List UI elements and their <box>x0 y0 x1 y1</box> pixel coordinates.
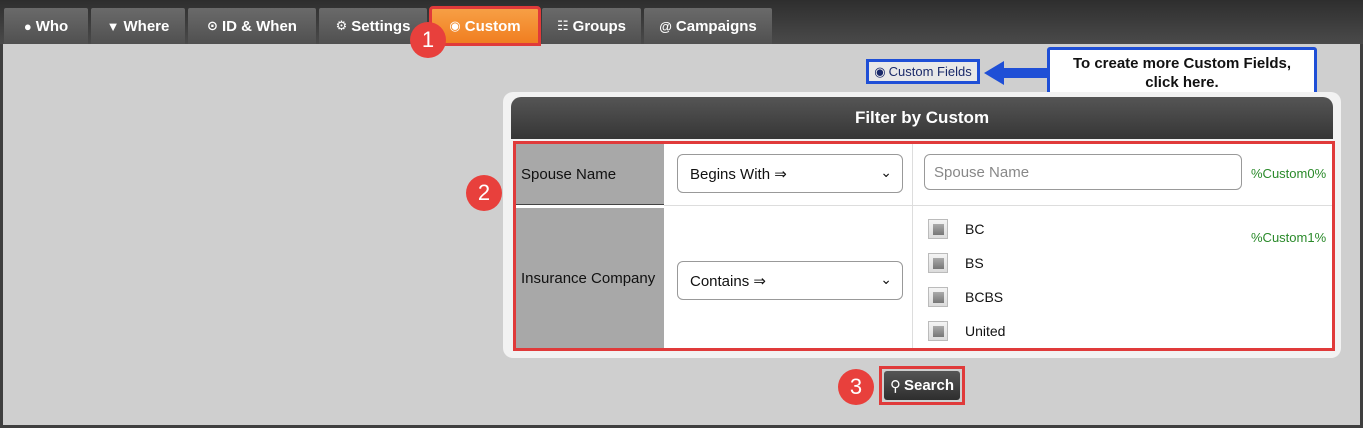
callout-arrow-icon <box>984 61 1048 85</box>
tab-label: Who <box>35 17 69 35</box>
custom-fields-link[interactable]: ◉ Custom Fields <box>866 59 980 84</box>
gear-icon: ⚙ <box>335 18 348 33</box>
search-label: Search <box>903 377 955 394</box>
checkbox-label: BC <box>965 221 985 237</box>
step-badge-3: 3 <box>838 369 874 405</box>
target-icon: ◉ <box>874 63 886 79</box>
operator-value: Begins With ⇒ <box>690 165 787 183</box>
target-icon: ◉ <box>449 18 461 33</box>
tab-label: ID & When <box>221 17 297 35</box>
tab-who[interactable]: ● Who <box>4 8 88 44</box>
tab-label: Custom <box>464 17 521 35</box>
checkbox[interactable] <box>928 253 948 273</box>
search-highlight: ⚲ Search <box>879 366 965 405</box>
search-icon: ⚲ <box>889 377 901 395</box>
step-badge-1: 1 <box>410 22 446 58</box>
checkbox-label: United <box>965 323 1006 339</box>
field-label-insurance-company: Insurance Company <box>516 208 664 348</box>
custom-tag-0: %Custom0% <box>1251 166 1327 181</box>
checkbox-option-bc[interactable]: BC <box>928 218 984 240</box>
checkbox-option-bcbs[interactable]: BCBS <box>928 286 1003 308</box>
callout-line-1: To create more Custom Fields, <box>1072 55 1292 72</box>
tab-label: Groups <box>572 17 626 35</box>
row-divider <box>516 204 664 207</box>
group-icon: ☷ <box>557 18 569 33</box>
tab-label: Campaigns <box>675 17 757 35</box>
filter-panel: Filter by Custom Spouse Name Begins With… <box>503 92 1341 358</box>
checkbox[interactable] <box>928 287 948 307</box>
map-pin-icon: ▼ <box>106 18 120 34</box>
operator-select-insurance-company[interactable]: Contains ⇒ ⌄ <box>677 261 903 300</box>
operator-value: Contains ⇒ <box>690 272 766 290</box>
at-icon: @ <box>659 18 672 34</box>
custom-tag-1: %Custom1% <box>1251 230 1327 245</box>
checkbox-option-united[interactable]: United <box>928 320 1005 342</box>
checkbox[interactable] <box>928 321 948 341</box>
custom-fields-link-label: Custom Fields <box>888 64 972 79</box>
checkbox-label: BCBS <box>965 289 1004 305</box>
tab-id-when[interactable]: ⊙ ID & When <box>188 8 316 44</box>
tab-groups[interactable]: ☷ Groups <box>542 8 641 44</box>
step-badge-2: 2 <box>466 175 502 211</box>
callout-line-2: click here. <box>1145 74 1219 91</box>
clock-icon: ⊙ <box>207 18 218 33</box>
checkbox[interactable] <box>928 219 948 239</box>
tab-label: Where <box>123 17 170 35</box>
checkbox-option-bs[interactable]: BS <box>928 252 984 274</box>
operator-select-spouse-name[interactable]: Begins With ⇒ ⌄ <box>677 154 903 193</box>
tab-where[interactable]: ▼ Where <box>91 8 185 44</box>
field-label-spouse-name: Spouse Name <box>516 144 664 204</box>
user-icon: ● <box>23 18 32 34</box>
chevron-down-icon: ⌄ <box>880 271 892 287</box>
tab-campaigns[interactable]: @ Campaigns <box>644 8 772 44</box>
tab-label: Settings <box>351 17 411 35</box>
filter-table: Spouse Name Begins With ⇒ ⌄ Spouse Name … <box>513 141 1335 351</box>
tab-custom[interactable]: ◉ Custom <box>429 6 541 46</box>
checkbox-label: BS <box>965 255 984 271</box>
spouse-name-input[interactable]: Spouse Name <box>924 154 1242 190</box>
row-separator <box>664 205 1332 206</box>
help-callout: To create more Custom Fields, click here… <box>1047 47 1317 97</box>
search-button[interactable]: ⚲ Search <box>884 371 960 400</box>
chevron-down-icon: ⌄ <box>880 164 892 180</box>
panel-title: Filter by Custom <box>511 97 1333 139</box>
column-divider <box>912 144 913 348</box>
tab-bar: ● Who ▼ Where ⊙ ID & When ⚙ Settings ◉ C… <box>0 0 1363 46</box>
